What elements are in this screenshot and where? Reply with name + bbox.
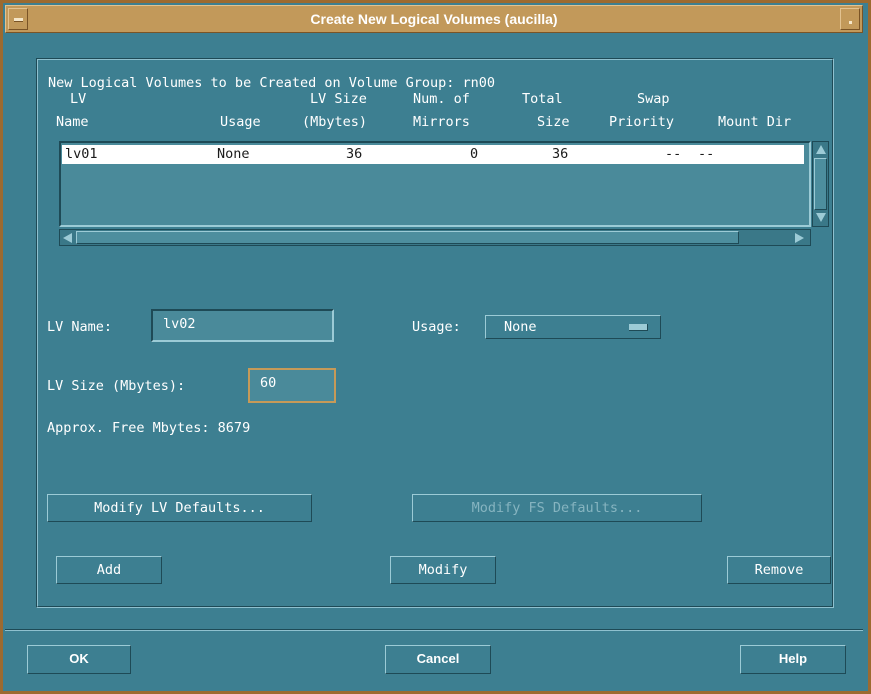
remove-button[interactable]: Remove bbox=[727, 556, 831, 584]
option-menu-indicator-icon bbox=[629, 324, 648, 331]
scroll-up-icon[interactable] bbox=[816, 145, 826, 154]
usage-label: Usage: bbox=[412, 319, 461, 335]
vertical-scroll-thumb[interactable] bbox=[814, 158, 827, 210]
cell-name: lv01 bbox=[65, 146, 98, 162]
modify-lv-defaults-button[interactable]: Modify LV Defaults... bbox=[47, 494, 312, 522]
col-priority: Priority bbox=[609, 114, 675, 130]
minimize-icon bbox=[849, 21, 852, 24]
col-size: Size bbox=[537, 114, 570, 130]
cancel-button[interactable]: Cancel bbox=[385, 645, 491, 674]
cell-total: 36 bbox=[552, 146, 569, 162]
minimize-button[interactable] bbox=[840, 8, 860, 30]
add-button[interactable]: Add bbox=[56, 556, 162, 584]
col-mirrors-line1: Num. of bbox=[413, 91, 470, 107]
cell-mirrors: 0 bbox=[470, 146, 479, 162]
col-lvsize: (Mbytes) bbox=[302, 114, 368, 130]
col-name: Name bbox=[56, 114, 89, 130]
scroll-right-icon[interactable] bbox=[795, 233, 804, 243]
lv-size-input[interactable]: 60 bbox=[248, 368, 336, 403]
vertical-scrollbar[interactable] bbox=[812, 141, 829, 227]
usage-option-menu[interactable]: None bbox=[485, 315, 661, 339]
horizontal-scroll-thumb[interactable] bbox=[76, 231, 739, 244]
lv-size-label: LV Size (Mbytes): bbox=[47, 378, 186, 394]
divider bbox=[5, 629, 863, 631]
horizontal-scrollbar[interactable] bbox=[59, 229, 811, 246]
col-total-line1: Total bbox=[522, 91, 563, 107]
cell-size: 36 bbox=[346, 146, 363, 162]
scroll-down-icon[interactable] bbox=[816, 213, 826, 222]
lv-name-label: LV Name: bbox=[47, 319, 113, 335]
title-bar[interactable]: Create New Logical Volumes (aucilla) bbox=[5, 5, 863, 33]
col-usage: Usage bbox=[220, 114, 261, 130]
free-mbytes-text: Approx. Free Mbytes: 8679 bbox=[47, 420, 251, 436]
col-swap-line1: Swap bbox=[637, 91, 670, 107]
col-mount-dir: Mount Dir bbox=[718, 114, 792, 130]
modify-fs-defaults-button[interactable]: Modify FS Defaults... bbox=[412, 494, 702, 522]
cell-usage: None bbox=[217, 146, 250, 162]
col-mirrors: Mirrors bbox=[413, 114, 470, 130]
modify-button[interactable]: Modify bbox=[390, 556, 496, 584]
list-heading: New Logical Volumes to be Created on Vol… bbox=[48, 75, 496, 91]
lv-name-input[interactable]: lv02 bbox=[151, 309, 334, 342]
col-lv-line1: LV bbox=[70, 91, 87, 107]
cell-swap: -- bbox=[665, 146, 682, 162]
ok-button[interactable]: OK bbox=[27, 645, 131, 674]
window-title: Create New Logical Volumes (aucilla) bbox=[310, 11, 558, 27]
help-button[interactable]: Help bbox=[740, 645, 846, 674]
col-lvsize-line1: LV Size bbox=[310, 91, 367, 107]
list-item[interactable]: lv01 None 36 0 36 -- -- bbox=[62, 145, 804, 164]
logical-volume-list[interactable]: lv01 None 36 0 36 -- -- bbox=[59, 141, 811, 227]
cell-mount: -- bbox=[698, 146, 715, 162]
scroll-left-icon[interactable] bbox=[63, 233, 72, 243]
